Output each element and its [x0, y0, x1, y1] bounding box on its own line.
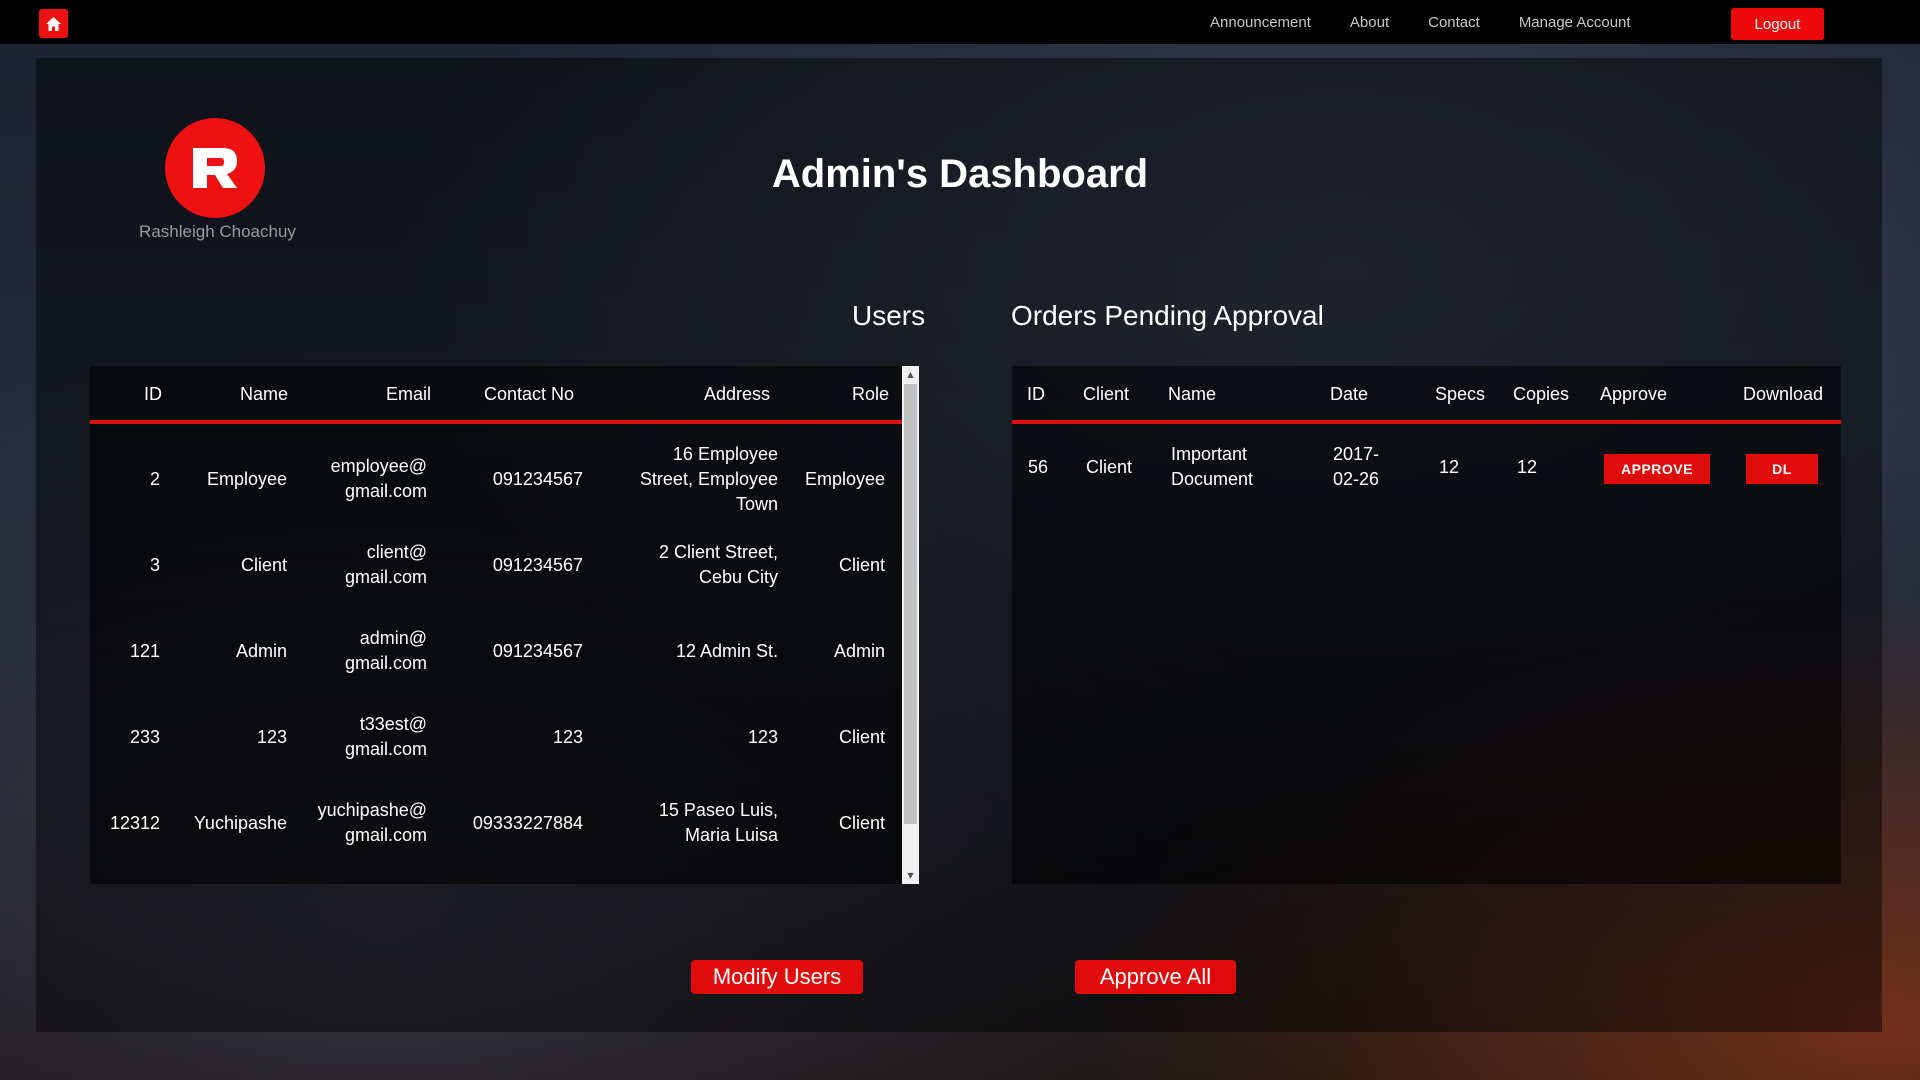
cell-contact: 123 — [552, 726, 583, 747]
cell-address: 2 Client Street, Cebu City — [658, 542, 778, 587]
nav-contact[interactable]: Contact — [1428, 14, 1480, 31]
table-row[interactable]: 3 Client client@ gmail.com 091234567 2 Cl… — [90, 522, 902, 608]
table-row[interactable]: 56 Client Important Document 2017- 02-26 1… — [1012, 424, 1841, 510]
approve-button[interactable]: APPROVE — [1604, 454, 1710, 484]
cell-id: 56 — [1028, 456, 1049, 477]
cell-address: 16 Employee Street, Employee Town — [639, 443, 778, 514]
cell-role: Admin — [833, 640, 885, 661]
nav-manage-account[interactable]: Manage Account — [1519, 14, 1631, 31]
cell-name: Employee — [206, 468, 287, 489]
cell-name: Yuchipashe — [193, 812, 287, 833]
col-header-download: Download — [1743, 384, 1824, 404]
table-row[interactable]: 2 Employee employee@ gmail.com 091234567 … — [90, 436, 902, 522]
table-row[interactable]: 12312 Yuchipashe yuchipashe@ gmail.com 09… — [90, 780, 902, 866]
download-button[interactable]: DL — [1746, 454, 1818, 484]
cell-name: 123 — [256, 726, 287, 747]
orders-section-title: Orders Pending Approval — [1011, 300, 1324, 331]
logout-button[interactable]: Logout — [1731, 8, 1824, 40]
col-header-approve: Approve — [1600, 384, 1668, 404]
modify-users-button[interactable]: Modify Users — [691, 960, 863, 994]
cell-id: 12312 — [109, 812, 160, 833]
scroll-down-arrow-icon[interactable]: ▼ — [902, 867, 919, 884]
col-header-name: Name — [240, 384, 289, 404]
cell-email: t33est@ gmail.com — [344, 714, 427, 759]
cell-email: employee@ gmail.com — [330, 456, 427, 501]
page-title: Admin's Dashboard — [771, 152, 1149, 196]
cell-contact: 09333227884 — [472, 812, 583, 833]
col-header-role: Role — [852, 384, 890, 404]
cell-date: 2017- 02-26 — [1333, 444, 1380, 489]
cell-contact: 091234567 — [492, 640, 583, 661]
cell-name: Admin — [235, 640, 287, 661]
col-header-name: Name — [1168, 384, 1217, 404]
cell-contact: 091234567 — [492, 468, 583, 489]
users-scrollbar[interactable]: ▲ ▼ — [902, 366, 919, 884]
col-header-date: Date — [1330, 384, 1369, 404]
home-button[interactable] — [39, 9, 68, 38]
table-row[interactable]: 121 Admin admin@ gmail.com 091234567 12 A… — [90, 608, 902, 694]
orders-table-header: ID Client Name Date Specs Copies Approve… — [1012, 366, 1841, 424]
cell-address: 123 — [747, 726, 778, 747]
nav-links: Announcement About Contact Manage Accoun… — [1210, 0, 1670, 44]
brand-name: Rashleigh Choachuy — [139, 222, 296, 241]
cell-id: 121 — [129, 640, 160, 661]
table-row[interactable]: 233 123 t33est@ gmail.com 123 123 Client — [90, 694, 902, 780]
col-header-client: Client — [1083, 384, 1130, 404]
col-header-email: Email — [386, 384, 432, 404]
cell-role: Employee — [804, 468, 885, 489]
cell-contact: 091234567 — [492, 554, 583, 575]
nav-about[interactable]: About — [1350, 14, 1389, 31]
cell-client: Client — [1086, 456, 1133, 477]
cell-copies: 12 — [1517, 456, 1538, 477]
col-header-copies: Copies — [1513, 384, 1570, 404]
col-header-contact: Contact No — [484, 384, 575, 404]
cell-name: Client — [240, 554, 287, 575]
col-header-address: Address — [704, 384, 771, 404]
col-header-id: ID — [1027, 384, 1045, 404]
orders-table: ID Client Name Date Specs Copies Approve… — [1012, 366, 1841, 884]
scroll-up-arrow-icon[interactable]: ▲ — [902, 366, 919, 383]
cell-role: Client — [838, 726, 885, 747]
nav-announcement[interactable]: Announcement — [1210, 14, 1311, 31]
cell-address: 15 Paseo Luis, Maria Luisa — [658, 800, 778, 845]
col-header-specs: Specs — [1435, 384, 1486, 404]
cell-role: Client — [838, 554, 885, 575]
cell-address: 12 Admin St. — [675, 640, 778, 661]
cell-role: Client — [838, 812, 885, 833]
cell-specs: 12 — [1439, 456, 1460, 477]
approve-all-button[interactable]: Approve All — [1075, 960, 1236, 994]
cell-id: 3 — [149, 554, 160, 575]
cell-email: client@ gmail.com — [344, 542, 427, 587]
cell-id: 2 — [149, 468, 160, 489]
home-icon — [46, 16, 61, 31]
cell-email: admin@ gmail.com — [344, 628, 427, 673]
cell-name: Important Document — [1171, 444, 1254, 489]
scroll-thumb[interactable] — [904, 384, 917, 824]
users-table: ID Name Email Contact No Address Role 2 … — [90, 366, 919, 884]
users-table-header: ID Name Email Contact No Address Role — [90, 366, 902, 424]
col-header-id: ID — [144, 384, 162, 404]
cell-email: yuchipashe@ gmail.com — [317, 800, 427, 845]
cell-id: 233 — [129, 726, 160, 747]
users-section-title: Users — [852, 300, 926, 331]
top-navbar: Announcement About Contact Manage Accoun… — [0, 0, 1920, 44]
